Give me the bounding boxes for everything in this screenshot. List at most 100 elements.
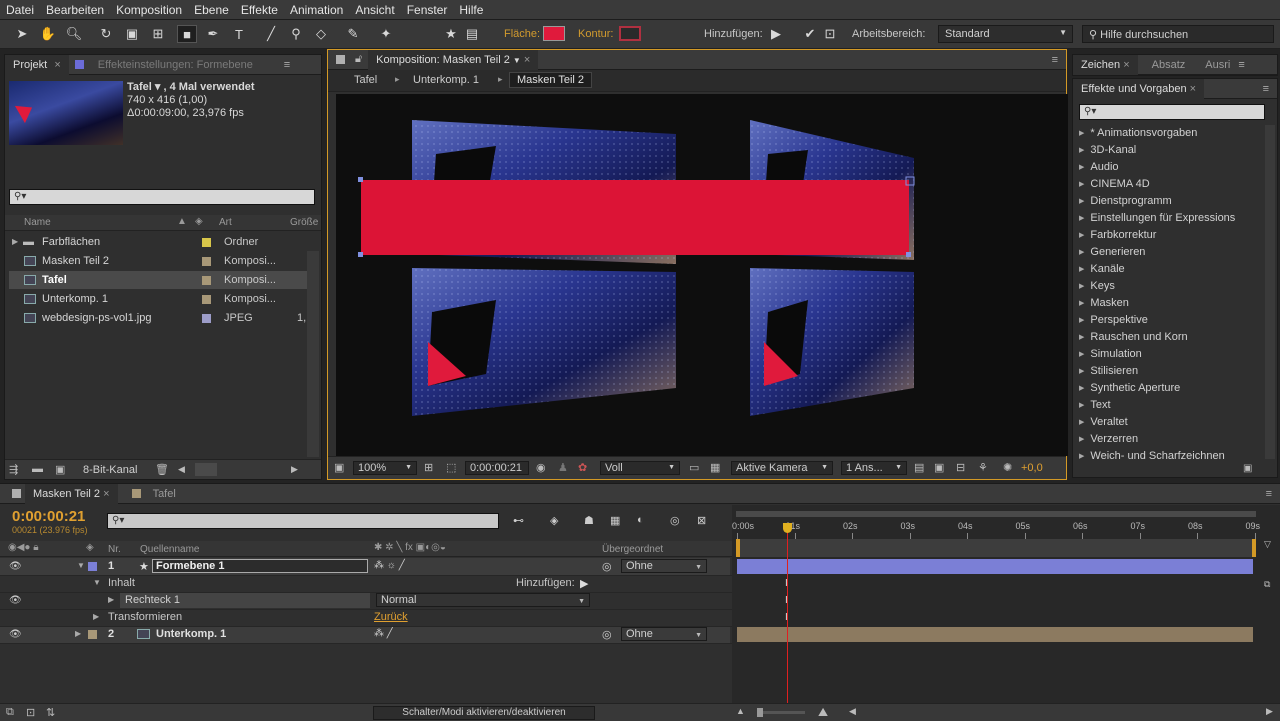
comp-marker-icon[interactable]: ▽	[1264, 539, 1271, 550]
tab-timeline-tafel[interactable]: Tafel	[145, 484, 184, 504]
parent-pickwhip-icon[interactable]: ◎	[602, 560, 612, 573]
layer-row-2[interactable]: 👁︎ ▶ 2 Unterkomp. 1 ⁂ ╱ ◎ Ohne	[0, 626, 730, 643]
new-folder-icon[interactable]: ▬	[32, 463, 43, 475]
h-scroll-thumb[interactable]	[195, 463, 217, 476]
toggle-switches-modes-button[interactable]: Schalter/Modi aktivieren/deaktivieren	[373, 706, 595, 720]
effect-category[interactable]: * Animationsvorgaben	[1079, 125, 1197, 142]
effects-scrollbar[interactable]	[1265, 125, 1275, 459]
blend-mode-select[interactable]: Normal	[376, 593, 590, 608]
channel-icon[interactable]: ✿	[578, 461, 587, 474]
expand-switches-icon[interactable]: ⧉	[6, 706, 14, 719]
fill-color-swatch[interactable]	[543, 26, 565, 41]
effect-category[interactable]: Weich- und Scharfzeichnen	[1079, 448, 1224, 465]
snapping-icon[interactable]: ⊡	[820, 25, 840, 43]
scroll-left-icon[interactable]: ◀	[849, 706, 856, 717]
timeline-graph[interactable]: 0:00s01s02s03s04s05s06s07s08s09s I I I ▽…	[732, 505, 1280, 721]
visibility-eye-icon[interactable]: 👁︎	[9, 561, 22, 572]
rectangle-label[interactable]: Rechteck 1	[125, 594, 180, 606]
zoom-slider-thumb[interactable]	[757, 708, 763, 717]
expand-stretch-icon[interactable]: ⇅	[46, 706, 55, 719]
time-ruler[interactable]: 0:00s 01s 02s 03s 04s 05s 06s 07s 08s 09s	[732, 519, 1262, 539]
interpret-footage-icon[interactable]: ⇶	[9, 463, 18, 476]
twirl-right-icon[interactable]: ▶	[108, 595, 114, 604]
column-size[interactable]: Größe	[290, 217, 318, 228]
project-item-row[interactable]: webdesign-ps-vol1.jpg JPEG 1,	[9, 309, 309, 327]
menu-item-effekte[interactable]: Effekte	[241, 3, 278, 17]
nav-end-handle[interactable]	[1252, 539, 1256, 557]
resolution-select[interactable]: Voll ▼	[600, 461, 680, 475]
layer-1-duration-bar[interactable]	[737, 559, 1253, 574]
time-navigator[interactable]	[736, 539, 1256, 557]
motion-blur-icon[interactable]: ◐	[637, 514, 644, 526]
graph-editor-icon[interactable]: ◎	[670, 514, 680, 527]
scroll-right-icon[interactable]: ▶	[291, 464, 298, 475]
effect-category[interactable]: Rauschen und Korn	[1079, 329, 1187, 346]
twirl-right-icon[interactable]: ▶	[12, 233, 18, 251]
rectangle-tool-icon[interactable]: ■	[177, 25, 197, 43]
menu-item-fenster[interactable]: Fenster	[407, 3, 448, 17]
pen-tool-icon[interactable]: ✒	[203, 25, 223, 43]
mask-icon[interactable]: ▤	[462, 25, 482, 43]
lock-icon[interactable]: 🔓︎	[355, 53, 362, 66]
label-tag-icon[interactable]: ◈	[195, 216, 203, 227]
breadcrumb-item-1[interactable]: Unterkomp. 1	[413, 74, 479, 86]
work-area-bar[interactable]	[736, 511, 1256, 517]
effect-category[interactable]: Einstellungen für Expressions	[1079, 210, 1235, 227]
panel-menu-icon[interactable]: ≡	[284, 59, 290, 71]
effects-search-input[interactable]: ⚲▾	[1079, 104, 1265, 120]
panel-menu-icon[interactable]: ≡	[1266, 488, 1272, 500]
zoom-in-icon[interactable]: ⛰︎	[818, 705, 828, 720]
effect-category[interactable]: Masken	[1079, 295, 1129, 312]
column-type[interactable]: Art	[219, 217, 232, 228]
tab-effects-presets[interactable]: Effekte und Vorgaben ×	[1073, 78, 1205, 99]
layer-row-1[interactable]: 👁︎ ▼ 1 ★ Formebene 1 ⁂ ☼ ╱ ◎ Ohne	[0, 558, 730, 575]
sort-up-icon[interactable]: ▲	[177, 216, 187, 227]
effect-category[interactable]: Generieren	[1079, 244, 1145, 261]
camera-select[interactable]: Aktive Kamera ▼	[731, 461, 833, 475]
clone-tool-icon[interactable]: ⚲	[286, 25, 306, 43]
reset-link[interactable]: Zurück	[374, 611, 408, 623]
exposure-icon[interactable]: ✺	[1003, 461, 1012, 474]
shape-rectangle[interactable]	[361, 180, 909, 255]
help-search-input[interactable]: ⚲ Hilfe durchsuchen	[1082, 25, 1274, 43]
effect-category[interactable]: Audio	[1079, 159, 1118, 176]
menu-item-komposition[interactable]: Komposition	[116, 3, 182, 17]
selection-tool-icon[interactable]: ➤	[12, 25, 32, 43]
fast-previews-icon[interactable]: ▣	[934, 461, 944, 474]
parent-pickwhip-icon[interactable]: ◎	[602, 628, 612, 641]
effect-category[interactable]: Kanäle	[1079, 261, 1124, 278]
rgb-check-icon[interactable]: ✔	[800, 25, 820, 43]
current-time-indicator[interactable]	[787, 523, 788, 721]
region-icon[interactable]: ⬚	[446, 461, 456, 474]
visibility-eye-icon[interactable]: 👁︎	[9, 629, 22, 640]
label-color[interactable]	[202, 257, 211, 266]
rotate-tool-icon[interactable]: ↻	[96, 25, 116, 43]
twirl-right-icon[interactable]: ▶	[93, 612, 99, 621]
layer-name-field[interactable]: Formebene 1	[152, 559, 368, 573]
tab-timeline-masken[interactable]: Masken Teil 2 ×	[25, 483, 118, 504]
panel-menu-icon[interactable]: ≡	[1263, 83, 1269, 95]
puppet-tool-icon[interactable]: ✦	[376, 25, 396, 43]
effect-category[interactable]: 3D-Kanal	[1079, 142, 1136, 159]
column-nr[interactable]: Nr.	[108, 544, 121, 555]
draft-3d-icon[interactable]: ◈	[550, 514, 558, 527]
effect-category[interactable]: Perspektive	[1079, 312, 1147, 329]
toggle-pixel-icon[interactable]: ▤	[914, 461, 924, 474]
brush-tool-icon[interactable]: ╱	[261, 25, 281, 43]
effect-category[interactable]: Farbkorrektur	[1079, 227, 1156, 244]
project-item-row[interactable]: ▶ ▬ Farbflächen Ordner	[9, 233, 309, 251]
zoom-tool-icon[interactable]: 🔍︎	[64, 25, 84, 43]
effect-category[interactable]: CINEMA 4D	[1079, 176, 1149, 193]
roto-brush-tool-icon[interactable]: ✎	[343, 25, 363, 43]
transparency-grid-icon[interactable]: ▦	[710, 461, 720, 474]
contents-row[interactable]: ▼ Inhalt Hinzufügen: ▶	[0, 575, 730, 592]
menu-item-ebene[interactable]: Ebene	[194, 3, 229, 17]
effect-category[interactable]: Verzerren	[1079, 431, 1138, 448]
menu-item-animation[interactable]: Animation	[290, 3, 343, 17]
effect-category[interactable]: Synthetic Aperture	[1079, 380, 1180, 397]
label-color[interactable]	[202, 276, 211, 285]
comp-button-icon[interactable]: ⧉	[1264, 579, 1270, 590]
parent-select[interactable]: Ohne	[621, 627, 707, 642]
project-item-row[interactable]: Unterkomp. 1 Komposi...	[9, 290, 309, 308]
layer-2-duration-bar[interactable]	[737, 627, 1253, 642]
